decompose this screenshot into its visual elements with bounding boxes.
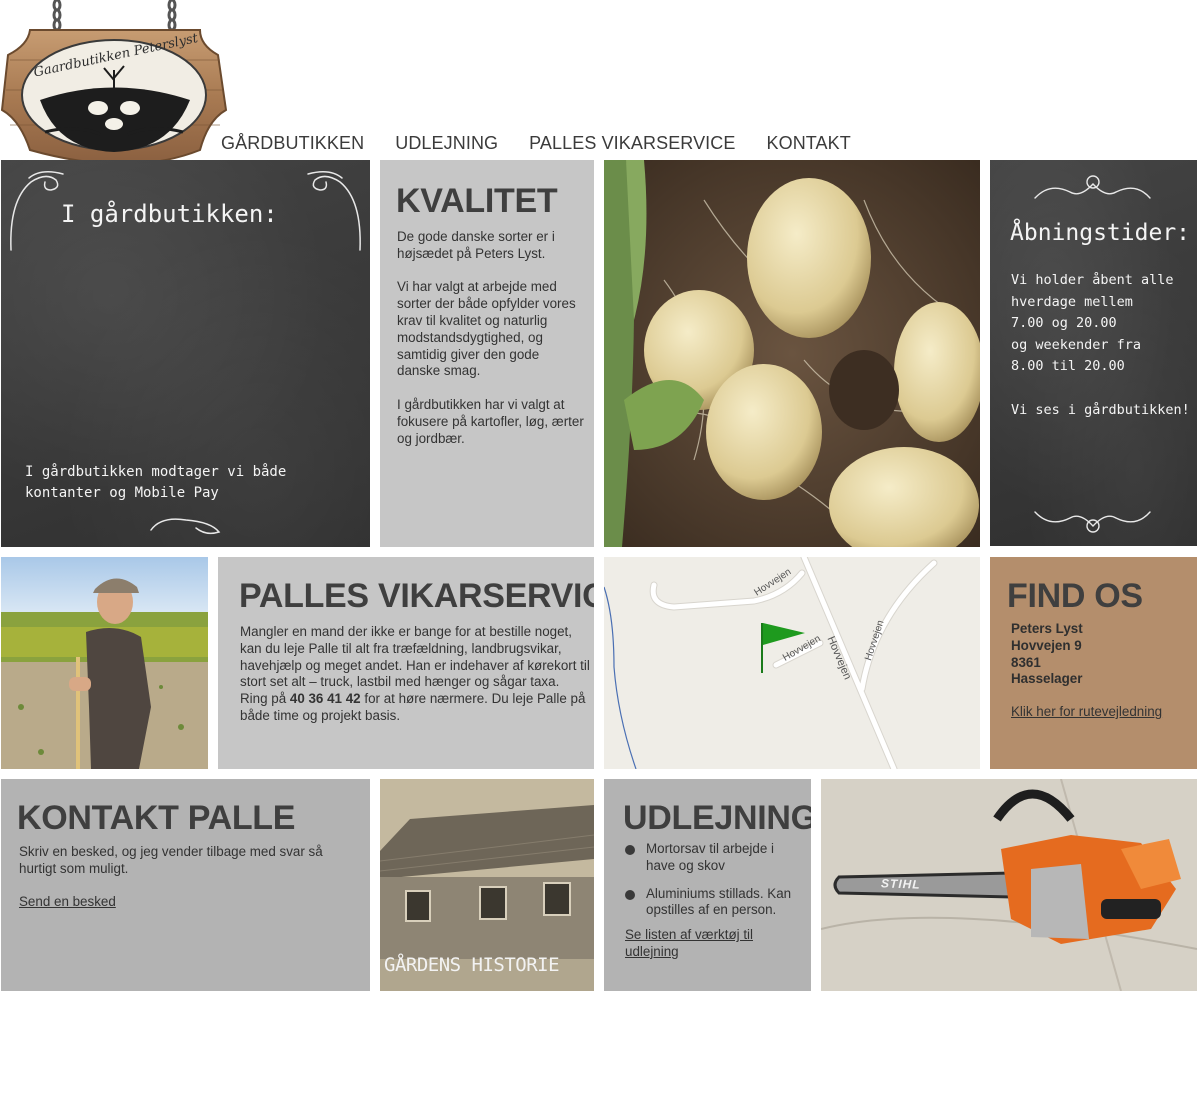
udlejning-title: UDLEJNING: [623, 799, 811, 837]
opening-hours-line: Vi holder åbent alle: [1011, 272, 1174, 288]
route-link[interactable]: Klik her for rutevejledning: [1011, 704, 1162, 719]
vikarservice-phone[interactable]: 40 36 41 42: [290, 691, 361, 706]
nav-udlejning[interactable]: UDLEJNING: [395, 133, 498, 157]
logo[interactable]: Gaardbutikken Peterslyst: [0, 0, 228, 175]
send-message-link[interactable]: Send en besked: [19, 894, 116, 909]
rental-item: Mortorsav til arbejde i have og skov: [625, 841, 805, 875]
rental-list-link[interactable]: Se listen af værktøj til udlejning: [625, 927, 785, 961]
kvalitet-paragraph: Vi har valgt at arbejde med sorter der b…: [397, 279, 576, 379]
opening-hours-line: hverdage mellem: [1011, 293, 1133, 310]
opening-hours-line: 7.00 og 20.00: [1011, 315, 1117, 332]
kvalitet-title: KVALITET: [396, 182, 558, 220]
bullet-icon: [625, 889, 635, 900]
find-os-address-line: Peters Lyst: [1011, 621, 1083, 636]
nav-gardbutikken[interactable]: GÅRDBUTIKKEN: [221, 133, 364, 157]
find-os-tile: FIND OS Peters Lyst Hovvejen 9 8361 Hass…: [990, 557, 1197, 769]
farmer-image-icon: [1, 557, 208, 769]
opening-hours-line: 8.00 til 20.00: [1011, 358, 1125, 375]
chainsaw-image-icon: [821, 779, 1197, 991]
palle-photo: [1, 557, 208, 769]
vikarservice-text: Mangler en mand der ikke er bange for at…: [240, 624, 590, 690]
kvalitet-paragraph: De gode danske sorter er i højsædet på P…: [397, 229, 555, 261]
opening-hours-title: Åbningstider:: [1010, 220, 1191, 246]
kontakt-text: Skriv en besked, og jeg vender tilbage m…: [19, 844, 323, 876]
find-os-title: FIND OS: [1007, 577, 1143, 615]
potatoes-image-icon: [604, 160, 980, 547]
kvalitet-paragraph: I gårdbutikken har vi valgt at fokusere …: [397, 396, 584, 446]
map-flag-icon[interactable]: [759, 621, 807, 675]
nav-kontakt[interactable]: KONTAKT: [766, 133, 850, 157]
nav-palles-vikarservice[interactable]: PALLES VIKARSERVICE: [529, 133, 735, 157]
find-os-address-line: Hasselager: [1011, 671, 1083, 687]
potato-photo: [604, 160, 980, 547]
kontakt-title: KONTAKT PALLE: [17, 799, 296, 837]
gardens-historie-tile[interactable]: GÅRDENS HISTORIE: [380, 779, 594, 991]
gardbutik-chalkboard: I gårdbutikken: I gårdbutikken modtager …: [1, 160, 370, 547]
logo-sign-icon: [0, 0, 228, 165]
map[interactable]: Hovvejen Hovvejen Hovvejen Hovvejen: [604, 557, 980, 769]
gardbutik-title: I gårdbutikken:: [61, 200, 278, 228]
vikarservice-ring-prefix: Ring på: [240, 691, 290, 707]
kvalitet-tile: KVALITET De gode danske sorter er i højs…: [380, 160, 594, 547]
find-os-address-line: Hovvejen 9: [1011, 637, 1082, 653]
find-os-address-line: 8361: [1011, 654, 1041, 670]
opening-hours-line: og weekender fra: [1011, 336, 1142, 353]
kontakt-tile: KONTAKT PALLE Skriv en besked, og jeg ve…: [1, 779, 370, 991]
opening-hours-chalkboard: Åbningstider: Vi holder åbent alle hverd…: [990, 160, 1197, 546]
chainsaw-brand-label: STIHL: [880, 876, 921, 892]
chainsaw-photo: STIHL: [821, 779, 1197, 991]
opening-hours-closing: Vi ses i gårdbutikken!: [1011, 401, 1190, 418]
rental-item: Aluminiums stillads. Kan opstilles af en…: [625, 886, 805, 920]
gardens-historie-label: GÅRDENS HISTORIE: [384, 954, 560, 976]
main-nav: GÅRDBUTIKKEN UDLEJNING PALLES VIKARSERVI…: [221, 133, 851, 157]
vikarservice-tile: PALLES VIKARSERVICE Mangler en mand der …: [218, 557, 594, 769]
bullet-icon: [625, 845, 635, 855]
udlejning-tile: UDLEJNING Mortorsav til arbejde i have o…: [604, 779, 811, 991]
gardbutik-payment-text: I gårdbutikken modtager vi både kontante…: [25, 464, 287, 501]
vikarservice-title: PALLES VIKARSERVICE: [239, 577, 594, 615]
